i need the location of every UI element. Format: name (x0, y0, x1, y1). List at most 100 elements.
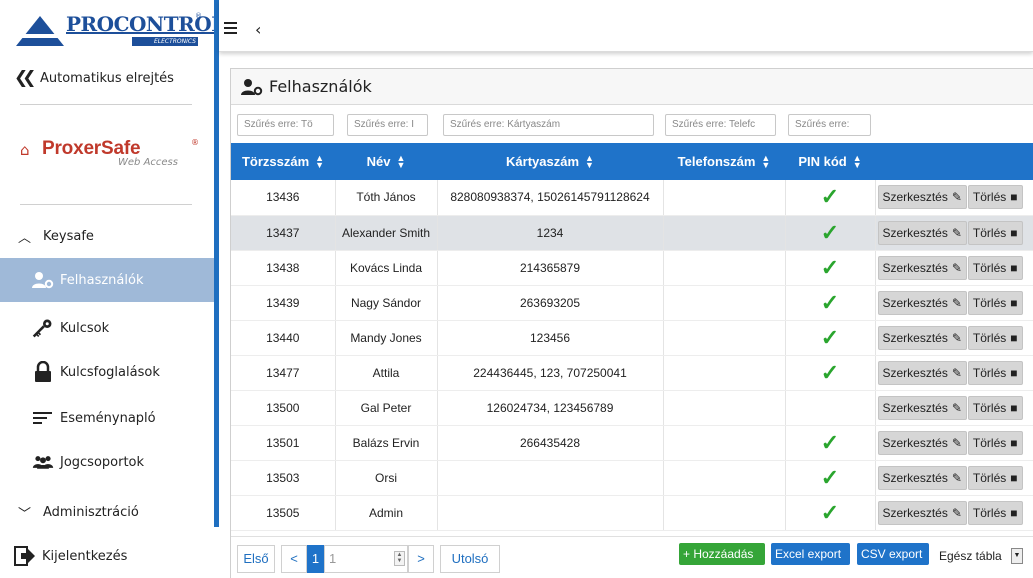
cell-torzsszam: 13436 (231, 180, 336, 216)
page-number-input[interactable]: 1 ▲ ▼ (324, 545, 408, 573)
delete-button[interactable]: Törlés ■ (967, 325, 1023, 350)
cell-kartyaszam: 224436445, 123, 707250041 (437, 355, 664, 391)
table-row[interactable]: 13503 Orsi ✓ Szerkesztés ✎ Törlés ■ (231, 460, 1033, 496)
table-row[interactable]: 13505 Admin ✓ Szerkesztés ✎ Törlés ■ (231, 495, 1033, 531)
header-pin[interactable]: PIN kód ▲ ▼ (785, 143, 875, 180)
delete-button[interactable]: Törlés ■ (967, 220, 1023, 245)
cell-kartyaszam: 123456 (437, 320, 664, 356)
sidebar-item-esemenynaplo[interactable]: Eseménynapló (0, 398, 214, 438)
delete-label: Törlés (972, 225, 1007, 240)
delete-button[interactable]: Törlés ■ (967, 255, 1023, 280)
cell-pin: ✓ (785, 460, 876, 496)
cell-nev: Nagy Sándor (335, 285, 438, 321)
header-torzsszam[interactable]: Törzsszám ▲ ▼ (231, 143, 335, 180)
header-nev[interactable]: Név ▲ ▼ (335, 143, 437, 180)
user-gear-icon (241, 78, 263, 96)
hamburger-icon[interactable] (224, 22, 237, 34)
header-kartyaszam[interactable]: Kártyaszám ▲ ▼ (437, 143, 663, 180)
cell-actions: Szerkesztés ✎ Törlés ■ (875, 180, 1033, 216)
filter-pin-input[interactable]: Szűrés erre: (788, 114, 871, 136)
table-row[interactable]: 13437 Alexander Smith 1234 ✓ Szerkesztés ✎ Tör… (231, 215, 1033, 251)
table-row[interactable]: 13500 Gal Peter 126024734, 123456789 Szerke… (231, 390, 1033, 426)
cell-pin: ✓ (785, 250, 876, 286)
sidebar-item-kulcsok[interactable]: Kulcsok (0, 308, 214, 348)
logo-subtitle: ELECTRONICS (132, 37, 198, 46)
sidebar-item-label: Jogcsoportok (60, 454, 145, 470)
nav-group-keysafe[interactable]: ︿ Keysafe (0, 216, 214, 256)
csv-export-button[interactable]: CSV export (857, 543, 929, 565)
nav-group-adminisztracio[interactable]: ﹀ Adminisztráció (0, 492, 214, 532)
edit-button[interactable]: Szerkesztés ✎ (877, 395, 967, 420)
edit-button[interactable]: Szerkesztés ✎ (877, 185, 967, 210)
edit-button[interactable]: Szerkesztés ✎ (877, 325, 967, 350)
check-icon: ✓ (820, 359, 840, 385)
edit-button[interactable]: Szerkesztés ✎ (877, 465, 967, 490)
chevron-down-icon: ﹀ (18, 506, 32, 522)
user-gear-icon (32, 269, 54, 291)
sort-icon: ▲ ▼ (315, 153, 325, 171)
logo-triangle-icon (16, 16, 64, 46)
trash-icon: ■ (1010, 400, 1018, 415)
next-page-button[interactable]: > (408, 545, 434, 573)
auto-hide-toggle[interactable]: ❮❮ Automatikus elrejtés (14, 68, 174, 88)
cell-nev: Balázs Ervin (335, 425, 438, 461)
current-page-button[interactable]: 1 (307, 545, 324, 573)
delete-label: Törlés (972, 435, 1007, 450)
cell-kartyaszam (437, 460, 664, 496)
sidebar-item-label: Kulcsfoglalások (60, 364, 160, 380)
cell-torzsszam: 13477 (231, 355, 336, 391)
add-user-button[interactable]: + Hozzáadás (679, 543, 765, 565)
trash-icon: ■ (1010, 190, 1018, 205)
export-scope-select[interactable]: Egész tábla ▼ (934, 545, 1023, 567)
table-row[interactable]: 13438 Kovács Linda 214365879 ✓ Szerkesztés ✎ T… (231, 250, 1033, 286)
cell-telefonszam (663, 390, 786, 426)
cell-actions: Szerkesztés ✎ Törlés ■ (875, 460, 1033, 496)
cell-telefonszam (663, 215, 786, 251)
spinner-icon[interactable]: ▲ ▼ (394, 551, 405, 566)
sidebar-item-felhasznalok[interactable]: Felhasználók (0, 258, 214, 302)
excel-export-button[interactable]: Excel export (771, 543, 850, 565)
sidebar-edge[interactable] (214, 0, 219, 527)
edit-button[interactable]: Szerkesztés ✎ (877, 220, 967, 245)
filter-nev-input[interactable]: Szűrés erre: I (347, 114, 428, 136)
first-page-button[interactable]: Első (237, 545, 275, 573)
table-row[interactable]: 13439 Nagy Sándor 263693205 ✓ Szerkesztés ✎ Tö… (231, 285, 1033, 321)
edit-button[interactable]: Szerkesztés ✎ (877, 500, 967, 525)
table-row[interactable]: 13440 Mandy Jones 123456 ✓ Szerkesztés ✎ Törlé… (231, 320, 1033, 356)
last-page-button[interactable]: Utolsó (440, 545, 500, 573)
filter-telefonszam-input[interactable]: Szűrés erre: Telefc (665, 114, 776, 136)
delete-label: Törlés (972, 400, 1007, 415)
delete-button[interactable]: Törlés ■ (967, 185, 1023, 210)
logout-button[interactable]: Kijelentkezés (0, 536, 214, 576)
delete-button[interactable]: Törlés ■ (967, 430, 1023, 455)
header-telefonszam[interactable]: Telefonszám ▲ ▼ (663, 143, 785, 180)
group-icon (32, 451, 54, 473)
edit-button[interactable]: Szerkesztés ✎ (877, 290, 967, 315)
trash-icon: ■ (1010, 470, 1018, 485)
delete-button[interactable]: Törlés ■ (967, 465, 1023, 490)
sort-icon: ▲ ▼ (761, 153, 771, 171)
filter-torzsszam-input[interactable]: Szűrés erre: Tö (237, 114, 334, 136)
house-icon: ⌂ (20, 141, 30, 159)
sidebar-item-kulcsfoglalasok[interactable]: Kulcsfoglalások (0, 352, 214, 392)
pencil-icon: ✎ (951, 330, 962, 345)
edit-button[interactable]: Szerkesztés ✎ (877, 255, 967, 280)
cell-telefonszam (663, 495, 786, 531)
delete-button[interactable]: Törlés ■ (967, 360, 1023, 385)
filter-kartyaszam-input[interactable]: Szűrés erre: Kártyaszám (443, 114, 654, 136)
table-row[interactable]: 13436 Tóth János 828080938374, 15026145791… (231, 180, 1033, 216)
prev-page-button[interactable]: < (281, 545, 307, 573)
sidebar-item-jogcsoportok[interactable]: Jogcsoportok (0, 442, 214, 482)
delete-button[interactable]: Törlés ■ (967, 500, 1023, 525)
cell-telefonszam (663, 285, 786, 321)
delete-button[interactable]: Törlés ■ (967, 290, 1023, 315)
sidebar-divider (20, 104, 192, 105)
edit-button[interactable]: Szerkesztés ✎ (877, 430, 967, 455)
table-row[interactable]: 13477 Attila 224436445, 123, 707250041 ✓ Sze… (231, 355, 1033, 391)
chevron-left-icon[interactable]: ‹ (255, 20, 261, 39)
check-icon: ✓ (820, 464, 840, 490)
table-row[interactable]: 13501 Balázs Ervin 266435428 ✓ Szerkesztés ✎ T… (231, 425, 1033, 461)
logout-icon (14, 545, 36, 567)
edit-button[interactable]: Szerkesztés ✎ (877, 360, 967, 385)
delete-button[interactable]: Törlés ■ (967, 395, 1023, 420)
